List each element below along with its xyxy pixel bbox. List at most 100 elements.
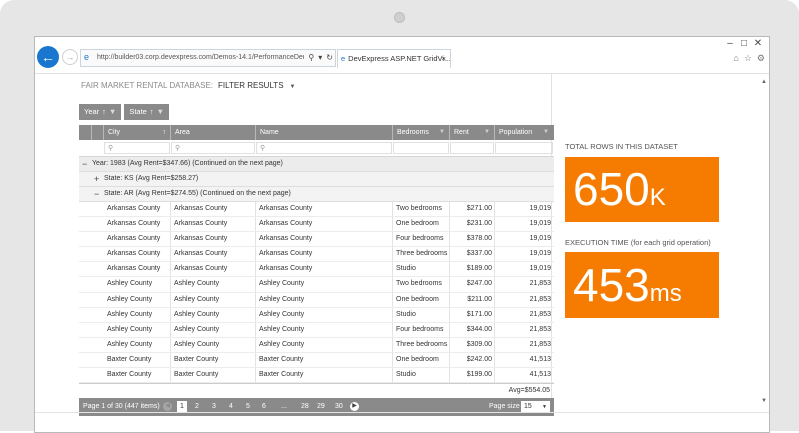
search-icon[interactable]: ⚲: [308, 53, 314, 62]
column-divider: [449, 247, 450, 262]
chevron-down-icon[interactable]: ▼: [290, 84, 296, 90]
cell-area: Arkansas County: [174, 250, 228, 258]
cell-rent: $231.00: [466, 220, 492, 228]
expand-icon[interactable]: +: [94, 172, 99, 186]
cell-city: Arkansas County: [107, 220, 161, 228]
column-divider: [255, 322, 256, 337]
address-bar[interactable]: e http://builder03.corp.devexpress.com/De…: [80, 49, 336, 67]
column-divider: [449, 322, 450, 337]
column-divider: [494, 202, 495, 217]
filter-icon[interactable]: ▼: [439, 125, 445, 140]
breadcrumb-root: FAIR MARKET RENTAL DATABASE:: [81, 81, 214, 90]
table-row[interactable]: Baxter County Baxter County Baxter County S…: [79, 368, 554, 384]
table-row[interactable]: Ashley County Ashley County Ashley County S…: [79, 307, 554, 323]
filter-icon[interactable]: ▼: [543, 125, 549, 140]
close-button[interactable]: ✕: [751, 38, 765, 49]
sort-up-icon: ↑: [162, 129, 167, 136]
footer-total: Avg=$554.05: [508, 387, 550, 395]
cell-area: Ashley County: [174, 310, 220, 318]
next-page-button[interactable]: ▶: [350, 402, 359, 412]
column-divider: [255, 232, 256, 247]
collapse-icon[interactable]: −: [82, 157, 87, 171]
cell-name: Ashley County: [259, 280, 305, 288]
window-controls: – □ ✕: [723, 38, 765, 49]
scroll-down-icon[interactable]: ▼: [761, 398, 767, 404]
cell-name: Arkansas County: [259, 250, 313, 258]
tab-close-icon[interactable]: ×: [442, 50, 446, 68]
refresh-icon[interactable]: ↻: [326, 53, 333, 62]
execution-time-unit: ms: [649, 280, 682, 307]
column-divider: [392, 337, 393, 352]
gear-icon[interactable]: ⚙: [757, 53, 765, 63]
page-scrollbar[interactable]: ▲ ▼: [761, 79, 767, 404]
column-divider: [449, 352, 450, 368]
column-divider: [494, 247, 495, 262]
table-row[interactable]: Ashley County Ashley County Ashley County F…: [79, 322, 554, 338]
column-header-label: Population: [499, 129, 533, 136]
prev-page-button[interactable]: ◀: [163, 402, 172, 412]
laptop-frame: – □ ✕ ← → e http://builder03.corp.devexpres…: [0, 0, 799, 433]
home-icon[interactable]: ⌂: [733, 53, 738, 63]
collapse-icon[interactable]: −: [94, 187, 99, 201]
cell-city: Arkansas County: [107, 205, 161, 212]
column-header-bedrooms[interactable]: Bedrooms ▼: [392, 125, 449, 140]
table-row[interactable]: Ashley County Ashley County Ashley County O…: [79, 292, 554, 308]
total-rows-value: 650K: [573, 164, 666, 223]
table-row[interactable]: Ashley County Ashley County Ashley County T…: [79, 277, 554, 293]
cell-city: Baxter County: [107, 355, 152, 363]
cell-name: Ashley County: [259, 310, 305, 318]
dropdown-icon[interactable]: ▾: [318, 53, 322, 62]
forward-button[interactable]: →: [62, 49, 78, 65]
table-row[interactable]: Arkansas County Arkansas County Arkansas C…: [79, 247, 554, 263]
group-row-state-ar[interactable]: − State: AR (Avg Rent=$274.55) (Continue…: [79, 187, 554, 202]
cell-population: 21,853: [529, 295, 551, 303]
column-header-name[interactable]: Name: [255, 125, 392, 140]
filter-icon[interactable]: ▼: [109, 107, 116, 116]
star-icon[interactable]: ☆: [744, 53, 752, 63]
filter-input-name[interactable]: ⚲: [256, 142, 392, 154]
browser-tab[interactable]: e DevExpress ASP.NET GridVi... ×: [337, 49, 451, 68]
table-row[interactable]: Arkansas County Arkansas County Arkansas C…: [79, 202, 554, 218]
group-chip-label: State: [129, 107, 147, 116]
cell-city: Ashley County: [107, 340, 153, 348]
group-row-state-ks[interactable]: + State: KS (Avg Rent=$258.27): [79, 172, 554, 187]
cell-rent: $199.00: [466, 371, 492, 379]
filter-input-population[interactable]: [495, 142, 553, 154]
column-divider: [494, 277, 495, 292]
cell-name: Baxter County: [259, 371, 304, 379]
browser-chrome: – □ ✕ ← → e http://builder03.corp.devexpres…: [35, 37, 769, 74]
group-chip-year[interactable]: Year ↑ ▼: [79, 104, 122, 120]
column-divider: [392, 307, 393, 322]
column-header-city[interactable]: City ↑: [103, 125, 170, 140]
filter-icon[interactable]: ▼: [484, 125, 490, 140]
filter-input-bedrooms[interactable]: [393, 142, 449, 154]
column-header-rent[interactable]: Rent ▼: [449, 125, 494, 140]
column-divider: [392, 352, 393, 368]
restore-button[interactable]: □: [737, 38, 751, 49]
cell-bedrooms: One bedroom: [396, 220, 439, 228]
cell-rent: $242.00: [466, 355, 492, 363]
filter-row: ⚲ ⚲ ⚲: [79, 140, 554, 157]
column-header-area[interactable]: Area: [170, 125, 255, 140]
table-row[interactable]: Arkansas County Arkansas County Arkansas C…: [79, 232, 554, 248]
scroll-up-icon[interactable]: ▲: [761, 79, 767, 85]
filter-input-city[interactable]: ⚲: [104, 142, 170, 154]
cell-bedrooms: Four bedrooms: [396, 235, 444, 243]
column-header-population[interactable]: Population ▼: [494, 125, 553, 140]
sort-up-icon: ↑: [149, 107, 154, 116]
back-button[interactable]: ←: [37, 46, 59, 68]
table-row[interactable]: Arkansas County Arkansas County Arkansas C…: [79, 262, 554, 278]
table-row[interactable]: Ashley County Ashley County Ashley County T…: [79, 337, 554, 353]
table-row[interactable]: Baxter County Baxter County Baxter County O…: [79, 352, 554, 369]
group-row-year[interactable]: − Year: 1983 (Avg Rent=$347.66) (Continu…: [79, 157, 554, 172]
ie-tab-icon: e: [341, 54, 346, 63]
filter-input-area[interactable]: ⚲: [171, 142, 255, 154]
group-chip-state[interactable]: State ↑ ▼: [124, 104, 170, 120]
minimize-button[interactable]: –: [723, 38, 737, 49]
filter-input-rent[interactable]: [450, 142, 494, 154]
column-divider: [170, 307, 171, 322]
sort-up-icon: ↑: [102, 107, 106, 116]
table-row[interactable]: Arkansas County Arkansas County Arkansas C…: [79, 217, 554, 233]
filter-icon[interactable]: ▼: [157, 107, 164, 116]
breadcrumb-current[interactable]: FILTER RESULTS: [218, 81, 284, 90]
